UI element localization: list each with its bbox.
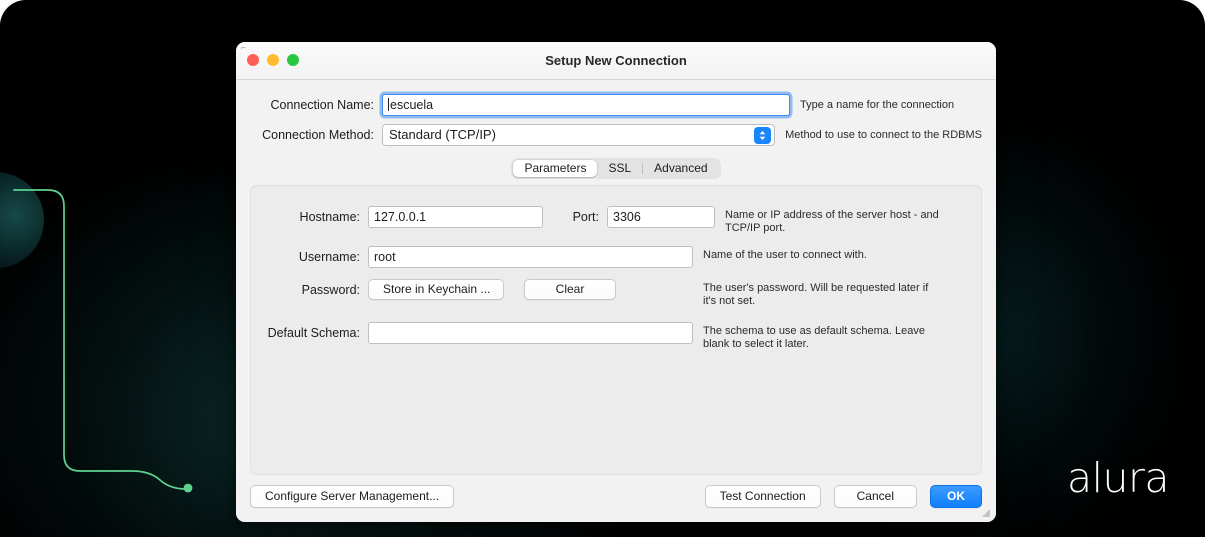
window-titlebar[interactable]: ⌐ Setup New Connection: [236, 42, 996, 80]
port-label: Port:: [572, 210, 599, 224]
resize-grip-icon[interactable]: [982, 509, 991, 518]
dialog-footer: Configure Server Management... Test Conn…: [250, 485, 982, 522]
hostname-row: Hostname: 127.0.0.1 Port: 3306 Name or I…: [251, 206, 981, 235]
hostname-input[interactable]: 127.0.0.1: [368, 206, 543, 228]
tab-advanced[interactable]: Advanced: [643, 160, 718, 177]
default-schema-label: Default Schema:: [267, 326, 360, 340]
password-buttons: Store in Keychain ... Clear: [368, 279, 693, 300]
password-hint: The user's password. Will be requested l…: [703, 282, 929, 307]
connection-method-select[interactable]: Standard (TCP/IP): [382, 124, 776, 146]
window-body: Connection Name: escuela Type a name for…: [236, 80, 996, 522]
ok-button[interactable]: OK: [930, 485, 982, 508]
chevron-updown-icon[interactable]: [754, 127, 772, 144]
hostname-label: Hostname:: [299, 210, 360, 224]
store-in-keychain-button[interactable]: Store in Keychain ...: [368, 279, 504, 300]
connection-method-label: Connection Method:: [262, 128, 374, 142]
parameters-panel: Hostname: 127.0.0.1 Port: 3306 Name or I…: [250, 185, 982, 475]
green-path-endpoint-dot: [183, 483, 193, 493]
default-schema-hint: The schema to use as default schema. Lea…: [703, 325, 925, 350]
port-input[interactable]: 3306: [607, 206, 715, 228]
default-schema-input[interactable]: [368, 322, 693, 344]
window-title: Setup New Connection: [545, 53, 687, 68]
tabs-row: Parameters SSL Advanced: [250, 158, 982, 179]
connection-name-label: Connection Name:: [270, 98, 374, 112]
connection-name-input[interactable]: escuela: [382, 94, 790, 116]
background-left-disc: [0, 172, 44, 268]
connection-method-value: Standard (TCP/IP): [389, 127, 496, 142]
tab-group: Parameters SSL Advanced: [511, 158, 721, 179]
alura-logo: alura: [1067, 454, 1169, 502]
cancel-button[interactable]: Cancel: [833, 485, 917, 508]
connection-name-value: escuela: [390, 98, 434, 112]
username-label: Username:: [298, 250, 360, 264]
username-hint: Name of the user to connect with.: [703, 249, 867, 261]
username-row: Username: root Name of the user to conne…: [251, 246, 981, 268]
setup-new-connection-window: ⌐ Setup New Connection Connection Name: …: [236, 42, 996, 522]
default-schema-row: Default Schema: The schema to use as def…: [251, 322, 981, 351]
connection-name-row: Connection Name: escuela Type a name for…: [250, 94, 982, 116]
password-label: Password:: [301, 283, 360, 297]
username-input[interactable]: root: [368, 246, 693, 268]
window-corner-tick: ⌐: [241, 43, 246, 52]
hostname-hint: Name or IP address of the server host - …: [725, 209, 939, 234]
tab-parameters[interactable]: Parameters: [513, 160, 598, 177]
text-caret: [388, 98, 389, 111]
password-row: Password: Store in Keychain ... Clear Th…: [251, 279, 981, 308]
connection-method-row: Connection Method: Standard (TCP/IP) Met…: [250, 124, 982, 146]
clear-password-button[interactable]: Clear: [524, 279, 616, 300]
connection-name-hint: Type a name for the connection: [800, 98, 955, 111]
test-connection-button[interactable]: Test Connection: [704, 485, 821, 508]
slide-backdrop: alura ⌐ Setup New Connection Connection …: [0, 0, 1205, 537]
connection-method-hint: Method to use to connect to the RDBMS: [785, 128, 982, 141]
tab-ssl[interactable]: SSL: [597, 160, 642, 177]
configure-server-management-button[interactable]: Configure Server Management...: [250, 485, 455, 508]
